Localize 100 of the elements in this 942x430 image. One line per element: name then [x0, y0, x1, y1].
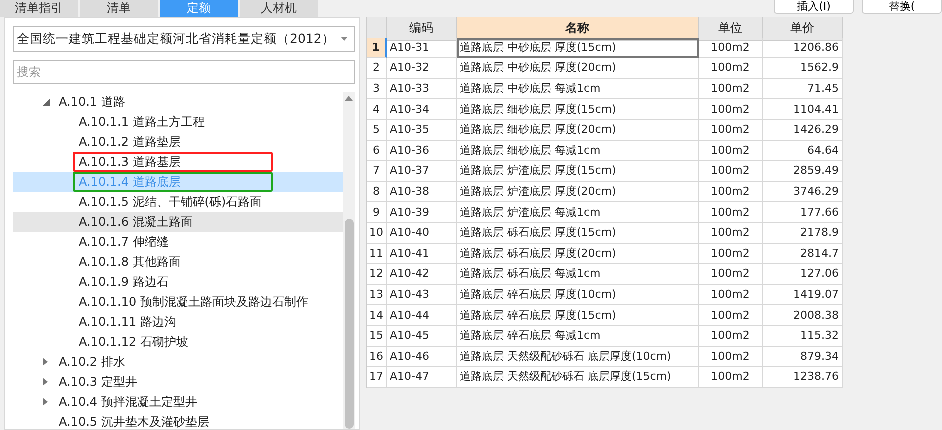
collapse-arrow-icon[interactable]	[43, 98, 50, 106]
row-number: 9	[367, 202, 387, 223]
table-cell: 道路底层 砾石底层 每减1cm	[457, 264, 699, 285]
table-cell: 道路底层 中砂底层 每减1cm	[457, 78, 699, 100]
tree-item[interactable]: A.10.1.3 道路基层	[13, 152, 343, 172]
expand-arrow-icon[interactable]	[43, 358, 48, 366]
table-cell: A10-43	[387, 284, 457, 306]
table-cell: 100m2	[699, 367, 763, 388]
table-cell: 道路底层 炉渣底层 厚度(15cm)	[457, 161, 699, 182]
row-number: 15	[367, 326, 387, 346]
tree-item[interactable]: A.10.3 定型井	[13, 372, 343, 392]
tab[interactable]: 清单	[80, 0, 158, 17]
expand-arrow-icon[interactable]	[43, 378, 48, 386]
row-number: 4	[367, 99, 387, 120]
table-cell: 100m2	[699, 182, 763, 202]
tree-item[interactable]: A.10.1 道路	[13, 92, 343, 112]
row-number: 6	[367, 140, 387, 162]
column-header[interactable]: 编码	[387, 17, 457, 41]
tree-item[interactable]: A.10.1.6 混凝土路面	[13, 212, 343, 232]
tree-item[interactable]: A.10.2 排水	[13, 352, 343, 372]
tree-item[interactable]: A.10.1.9 路边石	[13, 272, 343, 292]
table-cell: 115.32	[763, 326, 843, 346]
row-number: 8	[367, 182, 387, 202]
row-number: 7	[367, 161, 387, 182]
tree-item[interactable]: A.10.1.2 道路垫层	[13, 132, 343, 152]
tree-item[interactable]: A.10.1.11 路边沟	[13, 312, 343, 332]
table-cell: 道路底层 天然级配砂砾石 底层厚度(10cm)	[457, 346, 699, 368]
table-cell: 2008.38	[763, 305, 843, 326]
library-select[interactable]: 全国统一建筑工程基础定额河北省消耗量定额（2012）	[13, 26, 355, 52]
table-cell: 100m2	[699, 264, 763, 285]
tab[interactable]: 清单指引	[0, 0, 78, 17]
tree-item[interactable]: A.10.1.10 预制混凝土路面块及路边石制作	[13, 292, 343, 312]
table-cell: A10-42	[387, 264, 457, 285]
row-number: 2	[367, 58, 387, 79]
row-number: 12	[367, 264, 387, 285]
table-cell: A10-37	[387, 161, 457, 182]
table-cell: 1104.41	[763, 99, 843, 120]
table-cell: A10-33	[387, 78, 457, 100]
table-cell: 100m2	[699, 305, 763, 326]
table-cell: 2814.7	[763, 244, 843, 264]
toolbar-button[interactable]: 替换(	[862, 0, 942, 14]
tree-item[interactable]: A.10.1.12 石砌护坡	[13, 332, 343, 352]
row-number: 5	[367, 120, 387, 141]
tree-item[interactable]: A.10.1.1 道路土方工程	[13, 112, 343, 132]
column-header[interactable]: 单价	[763, 17, 843, 41]
table-cell: A10-32	[387, 58, 457, 79]
table-cell: A10-40	[387, 222, 457, 244]
table-cell: 1419.07	[763, 284, 843, 306]
row-number: 3	[367, 78, 387, 100]
table-cell: A10-31	[387, 38, 457, 58]
scroll-up-arrow-icon[interactable]	[345, 96, 353, 101]
row-number: 13	[367, 284, 387, 306]
table-cell: 100m2	[699, 346, 763, 368]
row-number: 10	[367, 222, 387, 244]
table-cell: A10-35	[387, 120, 457, 141]
table-cell: A10-38	[387, 182, 457, 202]
table-cell: 道路底层 细砂底层 厚度(20cm)	[457, 120, 699, 141]
scrollbar[interactable]	[343, 92, 355, 429]
tree-item[interactable]: A.10.1.8 其他路面	[13, 252, 343, 272]
table-cell: 100m2	[699, 202, 763, 223]
tab[interactable]: 人材机	[240, 0, 318, 17]
table-cell: 道路底层 碎石底层 厚度(10cm)	[457, 284, 699, 306]
expand-arrow-icon[interactable]	[43, 398, 48, 406]
table-cell: 71.45	[763, 78, 843, 100]
table-cell: 100m2	[699, 58, 763, 79]
table-cell: 100m2	[699, 161, 763, 182]
search-field[interactable]: 搜索	[13, 60, 355, 84]
table-cell: 1206.86	[763, 38, 843, 58]
table-cell: 879.34	[763, 346, 843, 368]
tree-item[interactable]: A.10.5 沉井垫木及灌砂垫层	[13, 412, 343, 429]
row-number: 14	[367, 305, 387, 326]
table-cell: 100m2	[699, 326, 763, 346]
table-cell: A10-41	[387, 244, 457, 264]
table-cell: 100m2	[699, 120, 763, 141]
table-cell: A10-45	[387, 326, 457, 346]
tree-item[interactable]: A.10.1.5 泥结、干铺碎(砾)石路面	[13, 192, 343, 212]
row-number: 1	[367, 38, 387, 58]
tree-item[interactable]: A.10.1.7 伸缩缝	[13, 232, 343, 252]
row-number: 16	[367, 346, 387, 368]
column-header[interactable]: 名称	[457, 17, 699, 41]
table-cell: 64.64	[763, 140, 843, 162]
table-cell: A10-44	[387, 305, 457, 326]
table-cell: 100m2	[699, 99, 763, 120]
table-cell: 1238.76	[763, 367, 843, 388]
table-cell: 道路底层 砾石底层 厚度(20cm)	[457, 244, 699, 264]
tree-item[interactable]: A.10.4 预拌混凝土定型井	[13, 392, 343, 412]
table-cell: 道路底层 砾石底层 厚度(15cm)	[457, 222, 699, 244]
dropdown-caret-icon	[341, 37, 348, 41]
table-cell: 道路底层 细砂底层 每减1cm	[457, 140, 699, 162]
column-header[interactable]: 单位	[699, 17, 763, 41]
table-cell: 道路底层 中砂底层 厚度(15cm)	[457, 38, 699, 58]
table-cell: A10-34	[387, 99, 457, 120]
toolbar-button[interactable]: 插入(I)	[774, 0, 854, 14]
table-cell: 道路底层 碎石底层 厚度(15cm)	[457, 305, 699, 326]
table-cell: 1426.29	[763, 120, 843, 141]
table-cell: 2178.9	[763, 222, 843, 244]
table-cell: 100m2	[699, 78, 763, 100]
table-cell: A10-47	[387, 367, 457, 388]
table-cell: 100m2	[699, 38, 763, 58]
table-cell: 道路底层 中砂底层 厚度(20cm)	[457, 58, 699, 79]
